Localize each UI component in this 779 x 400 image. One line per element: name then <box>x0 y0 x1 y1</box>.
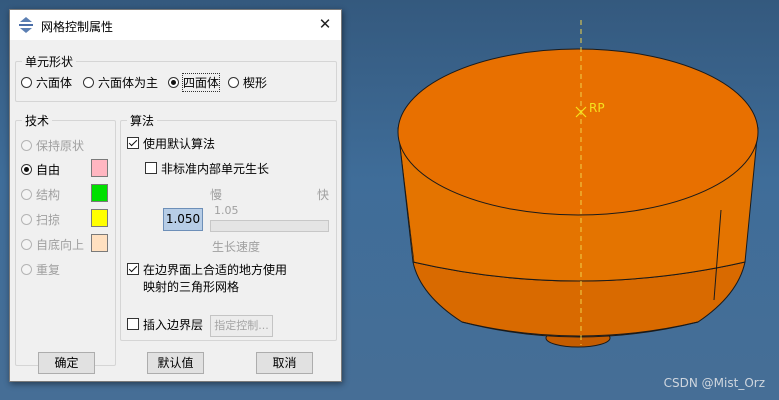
growth-rate-slider <box>210 220 329 232</box>
checkbox-checked-icon <box>127 137 139 149</box>
technique-legend: 技术 <box>25 114 50 128</box>
mesh-app-icon <box>17 16 35 37</box>
ok-button[interactable]: 确定 <box>38 352 95 374</box>
checkbox-icon <box>145 162 157 174</box>
boundary-line-2: 映射的三角形网格 <box>143 280 240 294</box>
shape-hex-radio[interactable]: 六面体 <box>21 74 72 91</box>
radio-selected-icon <box>168 77 179 88</box>
cancel-button[interactable]: 取消 <box>256 352 313 374</box>
shape-wedge-radio[interactable]: 楔形 <box>228 74 267 91</box>
bottom-up-color-swatch <box>91 234 108 252</box>
growth-value-display: 1.05 <box>214 204 239 217</box>
technique-as-is-radio: 保持原状 <box>21 137 84 154</box>
algorithm-content: 使用默认算法 非标准内部单元生长 慢 快 1.050 1.05 生长速度 在边界… <box>120 112 337 341</box>
use-default-algorithm-checkbox[interactable]: 使用默认算法 <box>127 136 215 153</box>
radio-circle-icon <box>83 77 94 88</box>
boundary-line-1: 在边界面上合适的地方使用 <box>143 263 288 277</box>
insert-boundary-layer-checkbox[interactable]: 插入边界层 <box>127 317 203 334</box>
sweep-color-swatch <box>91 209 108 227</box>
nonstandard-growth-checkbox[interactable]: 非标准内部单元生长 <box>145 161 269 178</box>
reference-point-label: RP <box>589 101 605 115</box>
slow-label: 慢 <box>210 188 223 202</box>
element-shape-legend: 单元形状 <box>25 55 74 69</box>
checkbox-checked-icon <box>127 263 139 275</box>
growth-rate-label: 生长速度 <box>212 240 261 254</box>
growth-rate-input[interactable]: 1.050 <box>163 208 203 231</box>
technique-repeat-radio: 重复 <box>21 261 60 278</box>
radio-selected-icon <box>21 164 32 175</box>
radio-circle-icon <box>228 77 239 88</box>
shape-tet-radio[interactable]: 四面体 <box>168 73 221 92</box>
structured-color-swatch <box>91 184 108 202</box>
boundary-mapped-mesh-checkbox[interactable]: 在边界面上合适的地方使用 映射的三角形网格 <box>127 262 287 296</box>
fast-label: 快 <box>317 188 330 202</box>
technique-free-radio[interactable]: 自由 <box>21 161 60 178</box>
radio-circle-icon <box>21 77 32 88</box>
technique-bottom-up-radio: 自底向上 <box>21 236 84 253</box>
dialog-titlebar[interactable]: 网格控制属性 ✕ <box>10 10 341 40</box>
dialog-title: 网格控制属性 <box>41 20 114 34</box>
checkbox-icon <box>127 318 139 330</box>
technique-structured-radio: 结构 <box>21 186 60 203</box>
close-icon[interactable]: ✕ <box>315 14 335 34</box>
defaults-button[interactable]: 默认值 <box>147 352 204 374</box>
technique-sweep-radio: 扫掠 <box>21 211 60 228</box>
specify-controls-button: 指定控制... <box>210 315 273 337</box>
free-color-swatch <box>91 159 108 177</box>
mesh-controls-dialog: 网格控制属性 ✕ 单元形状 六面体 六面体为主 四面体 楔形 技术 保持原状 自… <box>9 9 342 382</box>
shape-hex-dominated-radio[interactable]: 六面体为主 <box>83 74 158 91</box>
watermark: CSDN @Mist_Orz <box>663 376 765 390</box>
